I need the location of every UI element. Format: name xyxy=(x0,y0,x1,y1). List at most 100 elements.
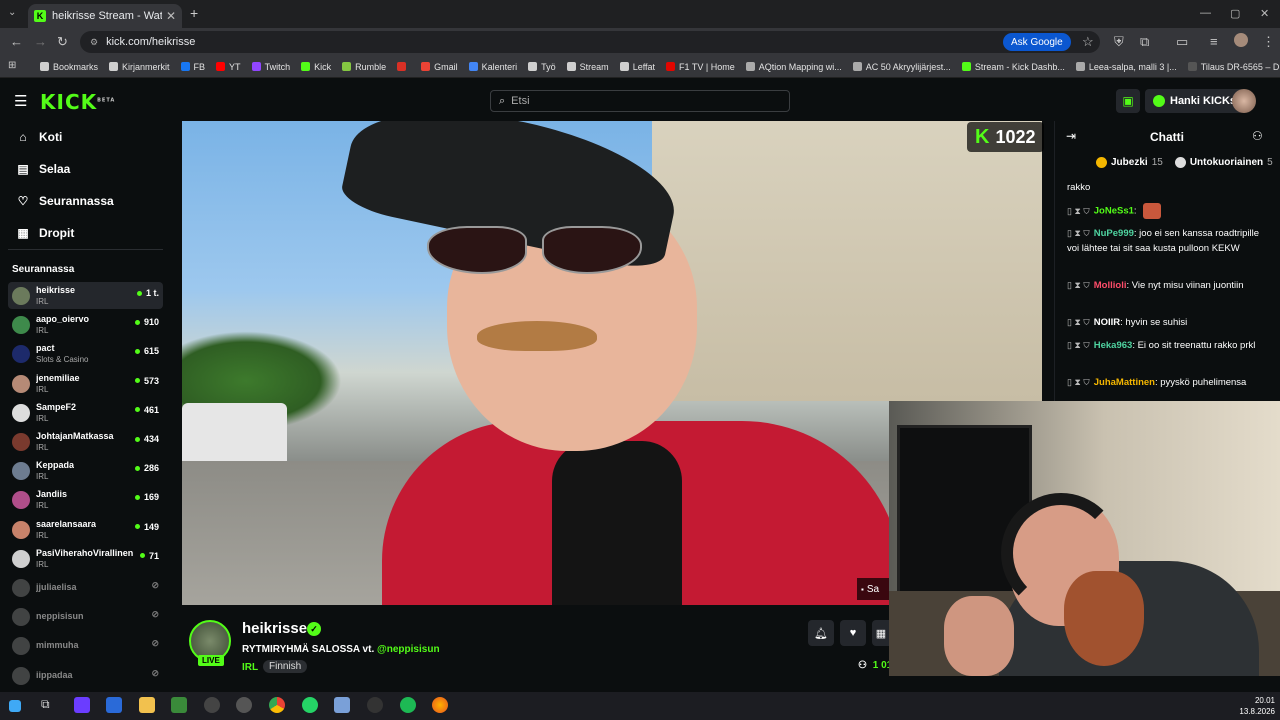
notification-bell-button[interactable]: 🔔︎ xyxy=(808,620,834,646)
app-icon-4[interactable] xyxy=(204,697,220,713)
sidebar-divider xyxy=(8,249,163,250)
kick-rewards-icon[interactable]: ▣ xyxy=(1116,89,1140,113)
followed-channel-iippadaa[interactable]: iippadaa ⊘ xyxy=(8,662,163,689)
app-icon-7[interactable] xyxy=(367,697,383,713)
chat-username[interactable]: Mollioli xyxy=(1094,280,1127,291)
offline-icon: ⊘ xyxy=(151,638,159,649)
streamer-name[interactable]: heikrisse xyxy=(242,620,307,637)
chat-username[interactable]: JuhaMattinen xyxy=(1094,377,1155,388)
whatsapp-icon[interactable] xyxy=(302,697,318,713)
stream-title-mention[interactable]: @neppisisun xyxy=(377,644,440,655)
bookmark-label: AC 50 Akryylijärjest... xyxy=(865,61,951,72)
chrome-icon[interactable] xyxy=(269,697,285,713)
bookmark-item[interactable]: Kalenteri xyxy=(468,62,517,72)
back-icon[interactable]: ← xyxy=(10,34,23,49)
chat-username[interactable]: Heka963 xyxy=(1094,340,1133,351)
minimize-icon[interactable]: — xyxy=(1200,7,1211,19)
ask-google-button[interactable]: Ask Google xyxy=(1003,33,1071,51)
spotify-icon[interactable] xyxy=(400,697,416,713)
extensions-icon[interactable]: ⧉ xyxy=(1140,34,1149,50)
menu-dots-icon[interactable]: ⋮ xyxy=(1262,34,1275,50)
followed-channel-pasiviherahovirallinen[interactable]: PasiViherahoVirallinen IRL 71 xyxy=(8,545,163,572)
bookmark-item[interactable]: Työ xyxy=(528,62,556,72)
bookmark-item[interactable]: Leffat xyxy=(619,61,656,72)
site-info-icon[interactable]: ⚙ xyxy=(90,37,98,48)
chat-username[interactable]: NOIIR xyxy=(1094,317,1120,328)
bookmark-item[interactable]: Gmail xyxy=(421,62,458,72)
bookmark-item[interactable]: Kirjanmerkit xyxy=(109,62,170,72)
app-icon-3[interactable] xyxy=(171,697,187,713)
followed-channel-heikrisse[interactable]: heikrisse IRL 1 t. xyxy=(8,282,163,309)
followed-channel-johtajanmatkassa[interactable]: JohtajanMatkassa IRL 434 xyxy=(8,428,163,455)
sidebar-nav-selaa[interactable]: ▤ Selaa xyxy=(16,162,70,176)
cast-icon[interactable]: ▭ xyxy=(1176,34,1188,50)
bookmark-item[interactable]: Stream - Kick Dashb... xyxy=(961,62,1065,72)
firefox-icon[interactable] xyxy=(432,697,448,713)
follow-heart-button[interactable]: ♥ xyxy=(840,620,866,646)
apps-grid-icon[interactable]: ⊞ xyxy=(8,60,16,71)
shield-icon[interactable]: ⛨ xyxy=(1114,34,1124,50)
bookmark-item[interactable]: Twitch xyxy=(251,62,290,72)
app-icon-1[interactable] xyxy=(74,697,90,713)
chat-username[interactable]: NuPe999 xyxy=(1094,228,1134,239)
followed-channel-jjuliaelisa[interactable]: jjuliaelisa ⊘ xyxy=(8,574,163,601)
bookmark-item[interactable]: AC 50 Akryylijärjest... xyxy=(852,61,951,72)
app-icon-5[interactable] xyxy=(236,697,252,713)
bookmark-item[interactable]: YT xyxy=(216,62,241,72)
close-window-icon[interactable]: ✕ xyxy=(1260,7,1269,20)
followed-channel-aapo_oiervo[interactable]: aapo_oiervo IRL 910 xyxy=(8,311,163,338)
reload-icon[interactable]: ↻ xyxy=(57,34,68,50)
gifter-name[interactable]: Jubezki xyxy=(1111,157,1148,168)
windows-start-icon[interactable] xyxy=(9,700,21,712)
tab-close-icon[interactable]: ✕ xyxy=(166,9,176,23)
profile-avatar[interactable] xyxy=(1234,33,1248,47)
get-kicks-button[interactable]: Hanki KICKs xyxy=(1145,89,1245,113)
bookmark-item[interactable]: F1 TV | Home xyxy=(666,62,735,72)
followed-channel-sampef2[interactable]: SampeF2 IRL 461 xyxy=(8,399,163,426)
bookmark-item[interactable]: Rumble xyxy=(342,62,386,72)
followed-channel-jandiis[interactable]: Jandiis IRL 169 xyxy=(8,486,163,513)
bookmark-item[interactable]: FB xyxy=(180,62,205,72)
tab-search-icon[interactable]: ⌄ xyxy=(8,7,16,18)
followed-channel-neppisisun[interactable]: neppisisun ⊘ xyxy=(8,603,163,630)
gift-button[interactable]: ▦ xyxy=(872,620,890,646)
bookmark-item[interactable]: Bookmarks xyxy=(40,62,98,72)
gifter-name[interactable]: Untokuoriainen xyxy=(1190,157,1263,168)
bookmark-star-icon[interactable]: ☆ xyxy=(1082,34,1094,50)
app-icon-2[interactable] xyxy=(106,697,122,713)
followed-channel-mimmuha[interactable]: mimmuha ⊘ xyxy=(8,632,163,659)
chat-users-icon[interactable]: ⚇ xyxy=(1252,129,1263,143)
sidebar-nav-dropit[interactable]: ▦ Dropit xyxy=(16,226,74,240)
reading-list-icon[interactable]: ≡ xyxy=(1210,34,1218,49)
search-input[interactable]: ⌕ Etsi xyxy=(490,90,790,112)
bookmark-item[interactable]: Leea-salpa, malli 3 |... xyxy=(1075,62,1177,72)
sidebar-nav-koti[interactable]: ⌂ Koti xyxy=(16,130,62,144)
bookmark-item[interactable]: AQtion Mapping wi... xyxy=(745,62,842,72)
app-icon-6[interactable] xyxy=(334,697,350,713)
taskbar-clock[interactable]: 20.01 13.8.2026 xyxy=(1235,695,1275,717)
followed-channel-pact[interactable]: pact Slots & Casino 615 xyxy=(8,340,163,367)
bookmark-item[interactable]: Tilaus DR-6565 – D... xyxy=(1187,62,1280,72)
followed-channel-jenemiliae[interactable]: jenemiliae IRL 573 xyxy=(8,370,163,397)
browser-tab[interactable]: K heikrisse Stream - Watch Live ✕ xyxy=(28,4,182,28)
sidebar-nav-seurannassa[interactable]: ♡ Seurannassa xyxy=(16,194,114,208)
file-explorer-icon[interactable] xyxy=(139,697,155,713)
forward-icon[interactable]: → xyxy=(34,34,47,49)
bookmark-label: Leffat xyxy=(632,61,656,72)
url-bar[interactable]: ⚙ kick.com/heikrisse xyxy=(80,31,1100,53)
chat-username[interactable]: JoNeSs1 xyxy=(1094,206,1134,217)
maximize-icon[interactable]: ▢ xyxy=(1230,7,1240,20)
bookmark-item[interactable]: Kick xyxy=(301,62,331,72)
channel-category: Slots & Casino xyxy=(36,355,89,365)
followed-channel-saarelansaara[interactable]: saarelansaara IRL 149 xyxy=(8,516,163,543)
bookmark-item[interactable] xyxy=(397,62,410,71)
hamburger-menu-icon[interactable]: ☰ xyxy=(14,92,27,110)
stream-category[interactable]: IRL xyxy=(242,662,258,673)
stream-tag[interactable]: Finnish xyxy=(263,660,308,673)
kick-logo[interactable]: KICKBETA xyxy=(40,90,115,114)
bookmark-item[interactable]: Stream xyxy=(566,62,609,72)
new-tab-icon[interactable]: + xyxy=(190,5,198,21)
task-view-icon[interactable]: ⧉ xyxy=(41,697,57,713)
followed-channel-keppada[interactable]: Keppada IRL 286 xyxy=(8,457,163,484)
user-avatar[interactable] xyxy=(1232,89,1256,113)
